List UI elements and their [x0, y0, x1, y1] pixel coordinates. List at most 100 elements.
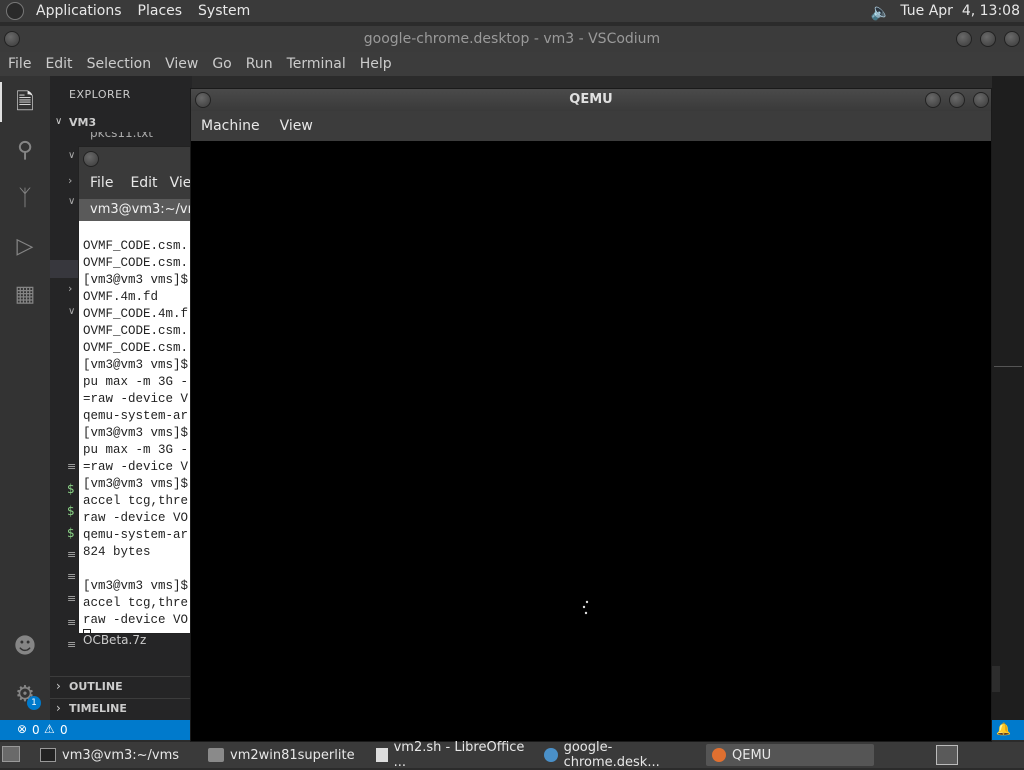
timeline-section[interactable]: TIMELINE	[69, 702, 127, 715]
terminal-line: pu max -m 3G -	[83, 443, 189, 457]
chevron-icon[interactable]: ›	[68, 282, 72, 295]
menu-go[interactable]: Go	[204, 56, 237, 72]
extensions-icon[interactable]: ▦	[12, 282, 38, 308]
vscodium-window-menu-button[interactable]	[4, 31, 20, 47]
close-button[interactable]	[1004, 31, 1020, 47]
shell-file-icon: $	[67, 504, 75, 518]
gnome-foot-icon[interactable]	[6, 2, 24, 20]
run-debug-icon[interactable]: ▷	[12, 234, 38, 260]
accounts-icon[interactable]: ☻	[12, 634, 38, 660]
file-lines-icon: ≡	[67, 592, 77, 605]
workspace-switcher[interactable]	[936, 745, 958, 765]
editor-right-edge	[992, 76, 1024, 720]
folder-icon	[208, 748, 224, 762]
menu-run[interactable]: Run	[238, 56, 279, 72]
loading-spinner-icon	[582, 600, 589, 615]
chevron-icon[interactable]: ›	[68, 174, 72, 187]
terminal-tab-title: vm3@vm3:~/vms	[90, 202, 191, 217]
terminal-line: qemu-system-ar	[83, 409, 189, 423]
taskbar-label: vm3@vm3:~/vms	[62, 747, 180, 763]
menu-edit[interactable]: Edit	[37, 56, 78, 72]
chevron-right-icon[interactable]: ›	[56, 679, 61, 693]
terminal-cursor	[83, 629, 91, 633]
system-menu[interactable]: System	[190, 3, 258, 19]
minimize-button[interactable]	[956, 31, 972, 47]
menu-help[interactable]: Help	[352, 56, 398, 72]
menu-view[interactable]: View	[157, 56, 204, 72]
qemu-titlebar[interactable]: QEMU	[191, 89, 991, 111]
places-menu[interactable]: Places	[130, 3, 191, 19]
clock[interactable]: Tue Apr 4, 13:08	[900, 3, 1020, 19]
qemu-minimize-button[interactable]	[925, 92, 941, 108]
terminal-tab[interactable]: vm3@vm3:~/vms	[79, 199, 191, 221]
top-panel: Applications Places System 🔈 Tue Apr 4, …	[0, 0, 1024, 22]
taskbar-item-libreoffice[interactable]: vm2.sh - LibreOffice ...	[370, 740, 536, 770]
menu-file[interactable]: File	[0, 56, 37, 72]
qemu-window[interactable]: QEMU Machine View	[190, 88, 992, 742]
file-ocbeta[interactable]: OCBeta.7z	[83, 633, 146, 647]
qemu-menu-machine[interactable]: Machine	[191, 118, 270, 134]
warnings-count[interactable]: 0	[60, 723, 68, 737]
volume-icon[interactable]: 🔈	[870, 2, 890, 21]
qemu-title: QEMU	[569, 92, 613, 107]
qemu-icon	[712, 748, 726, 762]
errors-icon[interactable]: ⊗	[17, 722, 27, 736]
search-icon[interactable]: ⚲	[12, 138, 38, 164]
qemu-menu-view[interactable]: View	[270, 118, 323, 134]
taskbar-item-folder[interactable]: vm2win81superlite	[202, 744, 368, 766]
show-desktop-icon[interactable]	[2, 746, 20, 762]
chevron-icon[interactable]: ∨	[68, 306, 75, 317]
taskbar-item-qemu[interactable]: QEMU	[706, 744, 874, 766]
maximize-button[interactable]	[980, 31, 996, 47]
file-lines-icon: ≡	[67, 638, 77, 651]
vscodium-titlebar[interactable]: google-chrome.desktop - vm3 - VSCodium	[0, 26, 1024, 52]
source-control-icon[interactable]: ᛉ	[12, 186, 38, 212]
qemu-close-button[interactable]	[973, 92, 989, 108]
shell-file-icon: $	[67, 482, 75, 496]
chevron-right-icon[interactable]: ›	[56, 701, 61, 715]
folder-vm3[interactable]: VM3	[69, 116, 96, 129]
manage-badge: 1	[27, 696, 41, 710]
panel-action-box[interactable]	[992, 666, 1000, 692]
document-icon	[376, 748, 388, 762]
qemu-maximize-button[interactable]	[949, 92, 965, 108]
terminal-menu-edit[interactable]: Edit	[124, 175, 163, 191]
file-lines-icon: ≡	[67, 570, 77, 583]
applications-menu[interactable]: Applications	[28, 3, 130, 19]
terminal-line: OVMF_CODE.csm.	[83, 239, 189, 253]
chevron-icon[interactable]: ∨	[68, 150, 75, 161]
terminal-menubar: File Edit View	[79, 171, 191, 195]
terminal-line: =raw -device V	[83, 460, 189, 474]
qemu-window-menu-button[interactable]	[195, 92, 211, 108]
terminal-line: =raw -device V	[83, 392, 189, 406]
editor-scrollbar[interactable]	[994, 366, 1022, 367]
vscodium-menubar: File Edit Selection View Go Run Terminal…	[0, 52, 1024, 76]
terminal-line: [vm3@vm3 vms]$	[83, 358, 189, 372]
vscodium-icon	[544, 748, 558, 762]
folder-chevron-icon[interactable]: ∨	[55, 116, 62, 127]
terminal-menu-view[interactable]: View	[164, 175, 191, 191]
menu-selection[interactable]: Selection	[79, 56, 158, 72]
taskbar-item-vscodium[interactable]: google-chrome.desk...	[538, 740, 704, 770]
terminal-line: [vm3@vm3 vms]$	[83, 273, 189, 287]
terminal-menu-file[interactable]: File	[79, 175, 124, 191]
notifications-icon[interactable]: 🔔	[996, 722, 1011, 736]
terminal-window[interactable]: File Edit View vm3@vm3:~/vms OVMF_CODE.c…	[78, 146, 192, 634]
terminal-line: OVMF_CODE.csm.	[83, 341, 189, 355]
partial-file-item[interactable]: pkcs11.txt	[90, 132, 153, 140]
terminal-output[interactable]: OVMF_CODE.csm. OVMF_CODE.csm. [vm3@vm3 v…	[79, 221, 191, 633]
errors-count[interactable]: 0	[32, 723, 40, 737]
qemu-display[interactable]	[191, 141, 991, 741]
taskbar: vm3@vm3:~/vms vm2win81superlite vm2.sh -…	[0, 740, 1024, 770]
chevron-icon[interactable]: ∨	[68, 196, 75, 207]
menu-terminal[interactable]: Terminal	[279, 56, 352, 72]
terminal-line: accel tcg,thre	[83, 494, 189, 508]
taskbar-item-terminal[interactable]: vm3@vm3:~/vms	[34, 744, 200, 766]
terminal-window-menu-button[interactable]	[83, 151, 99, 167]
explorer-icon[interactable]: 🗎	[12, 90, 38, 116]
outline-section[interactable]: OUTLINE	[69, 680, 123, 693]
warning-icon[interactable]: ⚠	[44, 722, 55, 736]
explorer-active-indicator	[0, 82, 2, 122]
qemu-menubar: Machine View	[191, 111, 991, 141]
terminal-line: [vm3@vm3 vms]$	[83, 426, 189, 440]
